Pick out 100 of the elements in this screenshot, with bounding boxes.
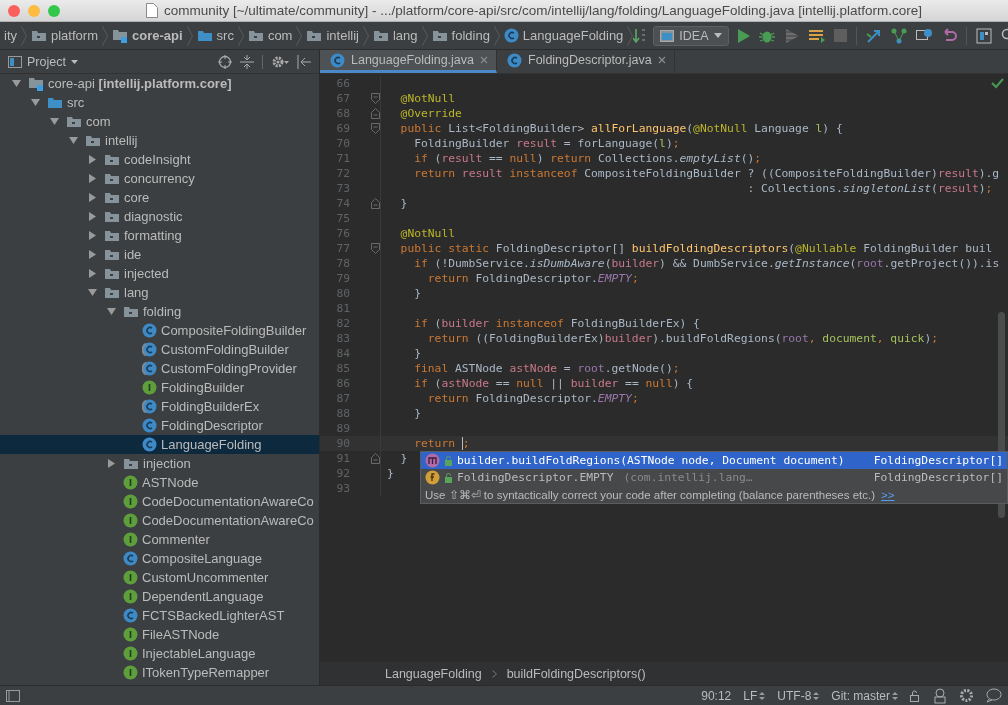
close-icon[interactable]: [657, 56, 666, 64]
project-view-dropdown[interactable]: Project: [8, 54, 78, 69]
tree-item[interactable]: FileASTNode: [0, 625, 319, 644]
tree-item[interactable]: intellij: [0, 131, 319, 150]
tree-item[interactable]: src: [0, 93, 319, 112]
chat-bubble-icon[interactable]: [986, 688, 1002, 703]
panel-toggle-icon[interactable]: [6, 689, 20, 702]
expand-arrow-icon[interactable]: [87, 231, 97, 240]
status-dropdown[interactable]: UTF-8: [777, 688, 820, 703]
editor-tab[interactable]: FoldingDescriptor.java: [497, 50, 675, 73]
settings-icon[interactable]: [959, 688, 974, 703]
collapse-all-icon[interactable]: [240, 54, 254, 69]
status-dropdown[interactable]: LF: [743, 688, 766, 703]
expand-arrow-icon[interactable]: [87, 155, 97, 164]
run-icon[interactable]: [736, 28, 750, 43]
breadcrumb-item[interactable]: ity: [0, 28, 21, 43]
settings-icon[interactable]: [271, 54, 289, 69]
tree-item[interactable]: FoldingBuilderEx: [0, 397, 319, 416]
close-window-button[interactable]: [8, 4, 20, 17]
collapse-arrow-icon[interactable]: [106, 307, 116, 316]
expand-arrow-icon[interactable]: [87, 174, 97, 183]
tree-item[interactable]: CompositeFoldingBuilder: [0, 321, 319, 340]
status-dropdown[interactable]: Git: master: [831, 688, 898, 703]
close-icon[interactable]: [480, 56, 489, 64]
breadcrumb-item[interactable]: core-api: [107, 28, 187, 43]
tree-item[interactable]: CustomFoldingBuilder: [0, 340, 319, 359]
completion-return-type: FoldingDescriptor[]: [872, 454, 1003, 467]
completion-item[interactable]: builder.buildFoldRegions(ASTNode node, Document document) FoldingDescriptor[]: [421, 452, 1007, 469]
cursor-position[interactable]: 90:12: [701, 688, 732, 703]
tree-item[interactable]: FoldingBuilder: [0, 378, 319, 397]
tree-item[interactable]: core-api [intellij.platform.core]: [0, 74, 319, 93]
collapse-arrow-icon[interactable]: [11, 79, 21, 88]
list-icon[interactable]: [808, 28, 825, 43]
editor-tab[interactable]: LanguageFolding.java: [320, 50, 498, 73]
run-configuration-dropdown[interactable]: IDEA: [653, 25, 729, 46]
module-folder-icon: [28, 76, 44, 91]
tree-item[interactable]: formatting: [0, 226, 319, 245]
breadcrumb-item[interactable]: src: [192, 28, 238, 43]
tree-item[interactable]: injection: [0, 454, 319, 473]
line-number: 83: [335, 332, 350, 345]
tree-item[interactable]: CodeDocumentationAwareCo: [0, 492, 319, 511]
breadcrumb-item[interactable]: com: [243, 28, 297, 43]
tree-item[interactable]: codeInsight: [0, 150, 319, 169]
arrows-icon[interactable]: [865, 27, 882, 44]
tree-item[interactable]: ASTNode: [0, 473, 319, 492]
interface-icon: [123, 475, 138, 490]
breadcrumb-item[interactable]: folding: [427, 28, 494, 43]
tree-item[interactable]: LanguageFolding: [0, 435, 319, 454]
tree-item[interactable]: DependentLanguage: [0, 587, 319, 606]
breadcrumb-item[interactable]: buildFoldingDescriptors(): [506, 667, 646, 681]
expand-arrow-icon[interactable]: [106, 459, 116, 468]
expand-arrow-icon[interactable]: [87, 212, 97, 221]
tree-item[interactable]: com: [0, 112, 319, 131]
tree-item[interactable]: Commenter: [0, 530, 319, 549]
completion-item[interactable]: FoldingDescriptor.EMPTY (com.intellij.lang… FoldingDescriptor[]: [421, 469, 1007, 486]
breadcrumb-item[interactable]: lang: [368, 28, 422, 43]
tree-item[interactable]: diagnostic: [0, 207, 319, 226]
tree-item[interactable]: ITokenTypeRemapper: [0, 663, 319, 682]
tree-item[interactable]: core: [0, 188, 319, 207]
project-structure-icon[interactable]: [975, 27, 992, 44]
expand-arrow-icon[interactable]: [87, 250, 97, 259]
expand-arrow-icon[interactable]: [87, 193, 97, 202]
collapse-arrow-icon[interactable]: [49, 117, 59, 126]
tree-item[interactable]: CustomFoldingProvider: [0, 359, 319, 378]
completion-text: builder.buildFoldRegions(ASTNode node, Document document): [457, 454, 845, 467]
hide-panel-icon[interactable]: [297, 54, 311, 69]
tree-item[interactable]: FoldingDescriptor: [0, 416, 319, 435]
tree-item[interactable]: ide: [0, 245, 319, 264]
lock-icon[interactable]: [910, 689, 921, 702]
tree-item[interactable]: CustomUncommenter: [0, 568, 319, 587]
class-icon: [142, 418, 157, 433]
coverage-icon[interactable]: [783, 27, 800, 44]
breadcrumb-item[interactable]: LanguageFolding: [385, 667, 482, 681]
collapse-arrow-icon[interactable]: [68, 136, 78, 145]
line-number: 73: [335, 182, 350, 195]
tree-item[interactable]: lang: [0, 283, 319, 302]
breadcrumb-item[interactable]: platform: [27, 28, 102, 43]
expand-arrow-icon[interactable]: [87, 269, 97, 278]
code-line: }: [413, 347, 421, 360]
tree-item[interactable]: injected: [0, 264, 319, 283]
line-number: 82: [335, 317, 350, 330]
breadcrumb-item[interactable]: LanguageFolding: [499, 28, 628, 43]
window-icon: [660, 29, 675, 42]
completion-package-hint: (com.intellij.lang…: [623, 471, 753, 484]
breadcrumb-item[interactable]: intellij: [302, 28, 363, 43]
tree-item[interactable]: CompositeLanguage: [0, 549, 319, 568]
tree-item[interactable]: concurrency: [0, 169, 319, 188]
line-number: 68: [335, 107, 350, 120]
target-icon[interactable]: [218, 54, 232, 69]
more-link[interactable]: >>: [881, 488, 895, 501]
tree-item[interactable]: FCTSBackedLighterAST: [0, 606, 319, 625]
inspector-icon[interactable]: [933, 687, 947, 704]
tree-item[interactable]: InjectableLanguage: [0, 644, 319, 663]
line-number: 93: [335, 482, 350, 495]
collapse-arrow-icon[interactable]: [87, 288, 97, 297]
tree-item[interactable]: CodeDocumentationAwareCo: [0, 511, 319, 530]
branch-icon[interactable]: [890, 27, 907, 44]
tree-item[interactable]: folding: [0, 302, 319, 321]
code-line: }: [413, 407, 421, 420]
collapse-arrow-icon[interactable]: [30, 98, 40, 107]
